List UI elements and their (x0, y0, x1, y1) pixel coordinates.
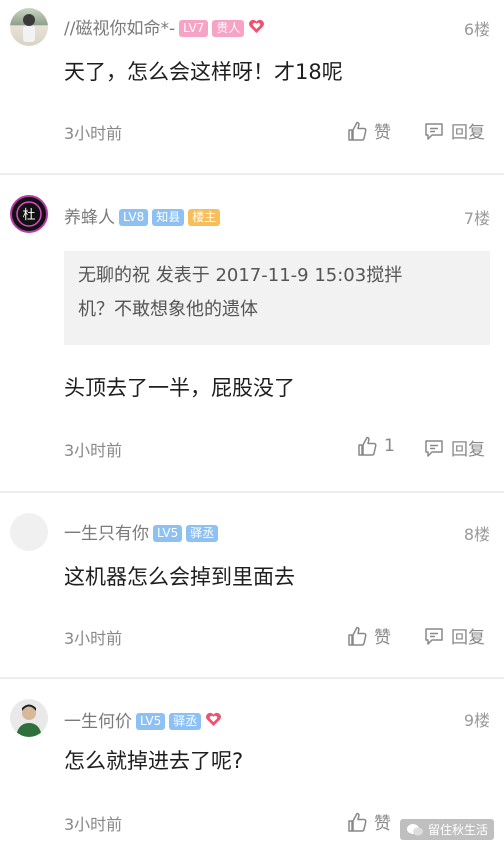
comment-icon (425, 627, 443, 645)
title-badge: 驿丞 (169, 713, 202, 730)
username-text[interactable]: //磁视你如命*- (64, 19, 175, 39)
reply-label: 回复 (451, 440, 485, 460)
watermark: 留住秋生活 (399, 819, 494, 840)
avatar[interactable]: 杜 (10, 195, 48, 233)
like-label: 赞 (374, 123, 391, 143)
post-floor-8: 一生只有你 LV5 驿丞 8楼 这机器怎么会掉到里面去 3小时前 赞 回复 (0, 493, 504, 677)
like-button[interactable]: 赞 (346, 118, 391, 143)
username[interactable]: 养蜂人 LV8 知县 楼主 (64, 203, 221, 228)
title-badge: 驿丞 (186, 525, 219, 542)
thumb-up-icon (348, 626, 367, 646)
post-floor-7: 杜 养蜂人 LV8 知县 楼主 7楼 无聊的祝 发表于 2017-11-9 15:03… (0, 175, 504, 491)
level-badge: LV5 (153, 525, 183, 542)
reply-label: 回复 (451, 628, 485, 648)
quote-line: 机？不敢想象他的遗体 (78, 299, 258, 320)
comment-text: 怎么就掉进去了呢? (64, 749, 244, 773)
avatar-logo-icon: 杜 (16, 201, 42, 227)
comment-text: 这机器怎么会掉到里面去 (64, 565, 295, 589)
heart-icon (205, 712, 222, 732)
comment-icon (425, 122, 443, 140)
op-badge: 楼主 (188, 209, 221, 226)
timestamp: 3小时前 (64, 441, 123, 460)
username-text[interactable]: 一生只有你 (64, 524, 149, 544)
like-label: 赞 (374, 814, 391, 834)
timestamp: 3小时前 (64, 815, 123, 834)
like-count: 1 (384, 436, 395, 456)
thumb-up-icon (348, 121, 367, 141)
comment-text: 天了，怎么会这样呀！才18呢 (64, 60, 343, 84)
avatar[interactable] (10, 8, 48, 46)
avatar-photo-icon (16, 704, 42, 737)
like-label: 赞 (374, 628, 391, 648)
reply-label: 回复 (451, 123, 485, 143)
heart-icon (248, 19, 265, 39)
reply-button[interactable]: 回复 (423, 435, 485, 460)
like-button[interactable]: 赞 (346, 809, 391, 834)
avatar-photo-icon (23, 14, 35, 42)
floor-number: 7楼 (463, 209, 490, 228)
avatar[interactable] (10, 699, 48, 737)
watermark-text: 留住秋生活 (427, 823, 488, 837)
floor-number: 9楼 (463, 711, 490, 730)
floor-number: 6楼 (463, 20, 490, 39)
quoted-comment[interactable]: 无聊的祝 发表于 2017-11-9 15:03搅拌 机？不敢想象他的遗体 (64, 251, 490, 345)
level-badge: LV8 (119, 209, 149, 226)
thumb-up-icon (358, 436, 377, 456)
username-text[interactable]: 一生何价 (64, 712, 132, 732)
thumb-up-icon (348, 812, 367, 832)
quote-line: 无聊的祝 发表于 2017-11-9 15:03搅拌 (78, 265, 403, 286)
like-button[interactable]: 1 (356, 435, 395, 457)
title-badge: 知县 (152, 209, 185, 226)
username-text[interactable]: 养蜂人 (64, 208, 115, 228)
post-floor-6: //磁视你如命*- LV7 贵人 6楼 天了，怎么会这样呀！才18呢 3小时前 赞 … (0, 0, 504, 172)
like-button[interactable]: 赞 (346, 623, 391, 648)
username[interactable]: 一生何价 LV5 驿丞 (64, 707, 222, 732)
reply-button[interactable]: 回复 (423, 623, 485, 648)
comment-icon (425, 439, 443, 457)
comment-text: 头顶去了一半，屁股没了 (64, 376, 295, 400)
timestamp: 3小时前 (64, 629, 123, 648)
username[interactable]: //磁视你如命*- LV7 贵人 (64, 14, 265, 39)
reply-button[interactable]: 回复 (423, 118, 485, 143)
title-badge: 贵人 (212, 20, 245, 37)
level-badge: LV5 (136, 713, 166, 730)
username[interactable]: 一生只有你 LV5 驿丞 (64, 519, 219, 544)
avatar[interactable] (10, 513, 48, 551)
wechat-icon (406, 823, 423, 835)
floor-number: 8楼 (463, 525, 490, 544)
level-badge: LV7 (179, 20, 209, 37)
avatar-glyph: 杜 (22, 208, 35, 223)
timestamp: 3小时前 (64, 124, 123, 143)
